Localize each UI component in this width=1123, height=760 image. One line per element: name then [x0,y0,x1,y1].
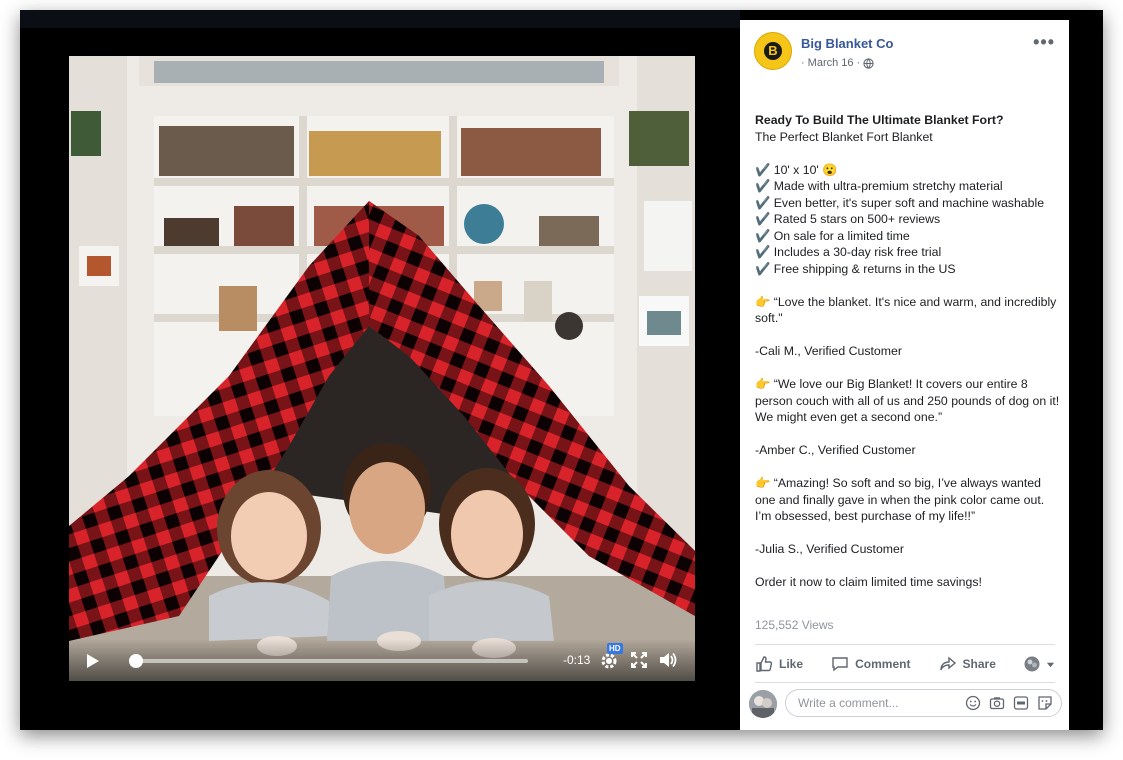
kids [209,443,554,658]
feature-text: Rated 5 stars on 500+ reviews [773,212,941,226]
review-quote: 👉 “Love the blanket. It's nice and warm,… [755,294,1057,326]
hd-badge: HD [607,643,623,654]
review-author: -Amber C., Verified Customer [755,443,916,457]
checkmark-icon: ✔️ [755,162,774,177]
comment-label: Comment [855,657,911,671]
post-separator: · [801,57,805,69]
page-avatar[interactable]: B [754,32,792,70]
scrubber-handle[interactable] [128,654,143,668]
comment-input-box[interactable] [785,689,1062,717]
feature-item: ✔️ On sale for a limited time [755,228,1060,245]
feature-item: ✔️ Rated 5 stars on 500+ reviews [755,211,1060,228]
point-right-emoji-icon: 👉 [755,294,771,309]
gif-icon[interactable] [1013,695,1029,711]
feature-item: ✔️ Free shipping & returns in the US [755,261,1060,278]
audience-selector[interactable] [1024,656,1055,672]
review-quote: 👉 “We love our Big Blanket! It covers ou… [755,377,1060,424]
post-body: Ready To Build The Ultimate Blanket Fort… [755,112,1060,591]
play-icon[interactable] [83,652,101,670]
post-separator: · [856,57,861,69]
feature-text: Free shipping & returns in the US [773,261,956,276]
like-label: Like [779,657,804,671]
feature-item: ✔️ Made with ultra-premium stretchy mate… [755,178,1060,195]
feature-text: Includes a 30-day risk free trial [773,245,942,259]
video-frame-blanket-fort [69,56,695,681]
like-button[interactable]: Like [755,655,803,673]
checkmark-icon: ✔️ [755,228,774,243]
feature-text: 10' x 10' 😮 [773,162,838,177]
share-button[interactable]: Share [939,655,996,673]
share-arrow-icon [939,656,956,671]
sticker-icon[interactable] [1037,695,1053,711]
divider [755,682,1055,683]
call-to-action: Order it now to claim limited time savin… [755,575,982,589]
checkmark-icon: ✔️ [755,212,774,226]
post-date[interactable]: March 16 [808,57,854,69]
post-subtitle: The Perfect Blanket Fort Blanket [755,129,933,144]
comment-input[interactable] [796,695,950,711]
review-quote: 👉 “Amazing! So soft and so big, I’ve alw… [755,476,1045,523]
time-remaining: -0:13 [563,653,591,667]
video-controls: -0:13 HD [69,639,695,681]
feature-item: ✔️ Includes a 30-day risk free trial [755,244,1060,261]
camera-icon[interactable] [989,695,1005,711]
feature-list: ✔️ 10' x 10' 😮 ✔️ Made with ultra-premium… [755,162,1060,278]
fullscreen-icon[interactable] [630,651,648,669]
review-author: -Cali M., Verified Customer [755,344,902,358]
feature-text: Even better, it's super soft and machine… [773,195,1045,210]
profile-thumbnail-icon [1024,656,1040,672]
point-right-emoji-icon: 👉 [755,476,771,490]
emoji-icon[interactable] [965,695,981,711]
thumbs-up-icon [756,656,773,672]
post-meta: · March 16 · [801,57,874,69]
checkmark-icon: ✔️ [755,179,774,193]
checkmark-icon: ✔️ [755,245,774,259]
user-photo-icon [749,690,777,718]
composer-tools [965,695,1053,711]
photo-theater-window: -0:13 HD B Big Blanket Co · March 16 · •… [20,10,1103,730]
video-player[interactable]: -0:13 HD [69,56,695,681]
more-options-icon[interactable]: ••• [1033,32,1055,53]
globe-icon [863,57,874,69]
comment-bubble-icon [832,657,848,672]
view-count[interactable]: 125,552 Views [755,618,834,632]
volume-icon[interactable] [658,650,678,670]
post-title: Ready To Build The Ultimate Blanket Fort… [755,113,1004,127]
caret-down-icon [1046,662,1055,667]
feature-item: ✔️ Even better, it's super soft and mach… [755,195,1060,212]
share-label: Share [962,657,996,671]
feature-text: On sale for a limited time [773,228,910,243]
review-author: -Julia S., Verified Customer [755,542,904,556]
user-avatar[interactable] [749,690,777,718]
comment-button[interactable]: Comment [831,655,910,673]
blurred-background-strip [20,10,740,28]
post-panel: B Big Blanket Co · March 16 · ••• Ready … [740,20,1069,730]
checkmark-icon: ✔️ [755,195,774,210]
comment-composer [749,686,1064,722]
checkmark-icon: ✔️ [755,261,774,276]
feature-text: Made with ultra-premium stretchy materia… [773,179,1003,193]
point-right-emoji-icon: 👉 [755,377,771,391]
divider [755,644,1055,645]
gear-icon[interactable] [599,651,619,671]
page-name-link[interactable]: Big Blanket Co [801,36,893,51]
action-bar: Like Comment Share [755,648,1055,680]
feature-item: ✔️ 10' x 10' 😮 [755,162,1060,179]
video-progress-bar[interactable] [128,654,528,668]
avatar-logo: B [764,42,782,60]
